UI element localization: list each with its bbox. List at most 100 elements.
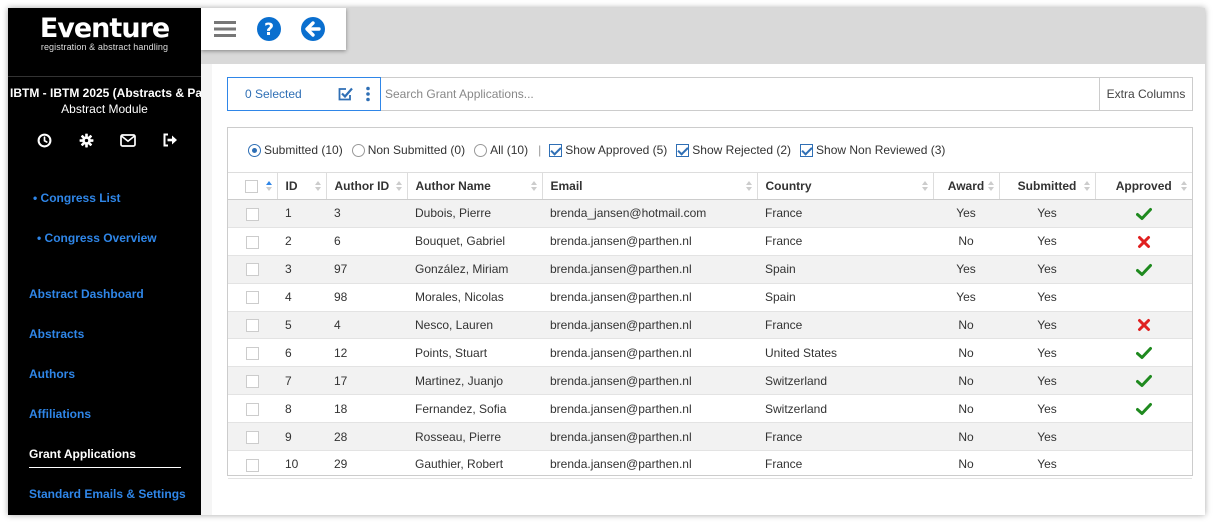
main-content: 0 Selected Extra Columns Submitted (10) … — [212, 64, 1205, 515]
cell-approved — [1095, 366, 1192, 396]
more-options-icon[interactable] — [365, 86, 371, 102]
filter-non-submitted[interactable]: Non Submitted (0) — [351, 143, 465, 157]
history-icon[interactable] — [32, 130, 56, 150]
radio-submitted[interactable] — [248, 143, 261, 157]
filter-submitted[interactable]: Submitted (10) — [248, 143, 343, 157]
table-row[interactable]: 2 6 Bouquet, Gabriel brenda.jansen@parth… — [228, 227, 1192, 256]
sidebar-item-abstracts[interactable]: Abstracts — [29, 327, 84, 341]
table-row[interactable]: 1 3 Dubois, Pierre brenda_jansen@hotmail… — [228, 199, 1192, 228]
filter-show-non-reviewed[interactable]: Show Non Reviewed (3) — [800, 143, 945, 157]
table-row[interactable]: 7 17 Martinez, Juanjo brenda.jansen@part… — [228, 366, 1192, 396]
approved-check-icon — [1135, 374, 1152, 388]
sort-icon[interactable] — [987, 181, 994, 192]
sort-icon[interactable] — [1181, 181, 1187, 192]
column-header-id[interactable]: ID — [277, 172, 327, 200]
envelope-icon[interactable] — [116, 130, 140, 150]
cell-approved — [1095, 338, 1192, 368]
table-header-row: ID Author ID Author Name Email Country A… — [228, 172, 1192, 200]
cell-award: No — [933, 227, 999, 256]
radio-all[interactable] — [474, 143, 488, 157]
sidebar-item-abstract-dashboard[interactable]: Abstract Dashboard — [29, 287, 144, 301]
column-header-email[interactable]: Email — [542, 172, 758, 200]
radio-non-submitted[interactable] — [351, 143, 365, 157]
cell-award: No — [933, 366, 999, 396]
sidebar-item-grant-applications[interactable]: Grant Applications — [29, 447, 136, 461]
row-checkbox[interactable] — [246, 235, 259, 249]
row-select-cell[interactable] — [228, 227, 277, 256]
sort-icon[interactable] — [921, 181, 928, 192]
logo[interactable]: Eventure registration & abstract handlin… — [8, 14, 201, 53]
row-checkbox[interactable] — [246, 374, 259, 388]
gear-icon[interactable] — [74, 130, 98, 150]
row-select-cell[interactable] — [228, 255, 277, 284]
cell-award: Yes — [933, 199, 999, 228]
checkbox-show-approved[interactable] — [549, 143, 563, 157]
cell-submitted: Yes — [999, 338, 1095, 368]
help-icon[interactable]: ? — [251, 11, 287, 47]
sidebar-item-affiliations[interactable]: Affiliations — [29, 407, 91, 421]
cell-approved — [1095, 394, 1192, 424]
column-header-approved[interactable]: Approved — [1095, 172, 1192, 200]
menu-icon[interactable] — [207, 11, 243, 47]
checkbox-show-rejected[interactable] — [676, 143, 690, 157]
sort-icon[interactable] — [265, 181, 272, 192]
cell-email: brenda.jansen@parthen.nl — [542, 422, 757, 452]
column-header-country[interactable]: Country — [757, 172, 934, 200]
cell-author-id: 17 — [326, 366, 407, 396]
sort-icon[interactable] — [1083, 181, 1090, 192]
table-row[interactable]: 6 12 Points, Stuart brenda.jansen@parthe… — [228, 338, 1192, 368]
column-header-award[interactable]: Award — [933, 172, 1000, 200]
sort-icon[interactable] — [314, 181, 321, 192]
cell-id: 6 — [277, 338, 326, 368]
table-row[interactable]: 5 4 Nesco, Lauren brenda.jansen@parthen.… — [228, 311, 1192, 340]
row-checkbox[interactable] — [246, 430, 259, 444]
row-select-cell[interactable] — [228, 311, 277, 340]
sidebar-item-standard-emails-settings[interactable]: Standard Emails & Settings — [29, 487, 186, 501]
cell-author-id: 29 — [326, 450, 407, 479]
row-select-cell[interactable] — [228, 283, 277, 312]
row-select-cell[interactable] — [228, 338, 277, 368]
table-row[interactable]: 9 28 Rosseau, Pierre brenda.jansen@parth… — [228, 422, 1192, 452]
row-select-cell[interactable] — [228, 422, 277, 452]
column-header-author-id[interactable]: Author ID — [326, 172, 408, 200]
approved-check-icon — [1135, 207, 1152, 221]
search-input[interactable] — [383, 78, 1095, 110]
extra-columns-button[interactable]: Extra Columns — [1099, 78, 1192, 110]
select-all-header[interactable] — [228, 172, 278, 200]
sidebar-item-congress-overview[interactable]: • Congress Overview — [37, 231, 157, 245]
back-arrow-icon[interactable] — [295, 11, 331, 47]
filter-show-rejected[interactable]: Show Rejected (2) — [676, 143, 791, 157]
table-row[interactable]: 8 18 Fernandez, Sofia brenda.jansen@part… — [228, 394, 1192, 424]
row-checkbox[interactable] — [246, 402, 259, 416]
cell-author-name: Morales, Nicolas — [407, 283, 542, 312]
row-checkbox[interactable] — [246, 291, 259, 305]
sidebar-item-congress-list[interactable]: • Congress List — [33, 191, 121, 205]
row-checkbox[interactable] — [246, 458, 259, 472]
row-select-cell[interactable] — [228, 366, 277, 396]
row-select-cell[interactable] — [228, 199, 277, 228]
row-select-cell[interactable] — [228, 450, 277, 479]
table-row[interactable]: 3 97 González, Miriam brenda.jansen@part… — [228, 255, 1192, 284]
column-header-author-name[interactable]: Author Name — [407, 172, 543, 200]
sort-icon[interactable] — [395, 181, 402, 192]
logout-icon[interactable] — [158, 130, 182, 150]
row-checkbox[interactable] — [246, 347, 259, 361]
table-row[interactable]: 4 98 Morales, Nicolas brenda.jansen@part… — [228, 283, 1192, 312]
row-checkbox[interactable] — [246, 319, 259, 333]
row-select-cell[interactable] — [228, 394, 277, 424]
filter-all[interactable]: All (10) — [474, 143, 528, 157]
row-checkbox[interactable] — [246, 263, 259, 277]
select-all-check-icon[interactable] — [337, 86, 353, 102]
filter-show-approved[interactable]: Show Approved (5) — [549, 143, 667, 157]
selection-box[interactable]: 0 Selected — [227, 77, 381, 111]
sort-icon[interactable] — [530, 181, 537, 192]
cell-country: France — [757, 227, 933, 256]
table-row[interactable]: 10 29 Gauthier, Robert brenda.jansen@par… — [228, 450, 1192, 479]
row-checkbox[interactable] — [246, 207, 259, 221]
sort-icon[interactable] — [745, 181, 752, 192]
column-header-submitted[interactable]: Submitted — [999, 172, 1096, 200]
sidebar-item-authors[interactable]: Authors — [29, 367, 75, 381]
cell-country: Switzerland — [757, 366, 933, 396]
checkbox-show-non-reviewed[interactable] — [800, 143, 814, 157]
select-all-checkbox[interactable] — [245, 180, 258, 194]
